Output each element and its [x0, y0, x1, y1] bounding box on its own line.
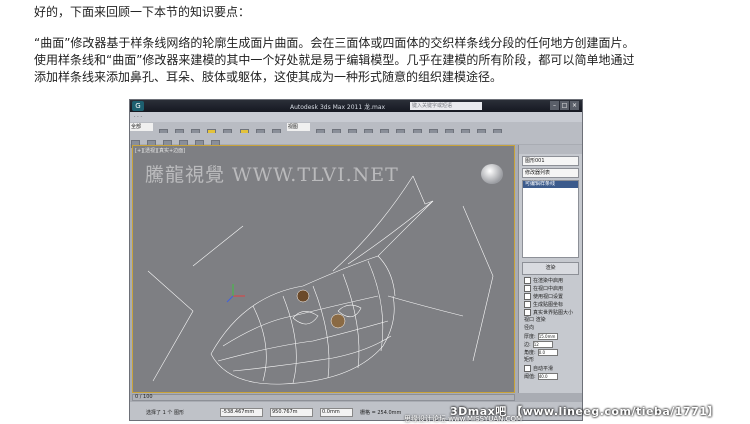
modifier-stack[interactable]: 可编辑样条线 — [522, 180, 579, 258]
paragraph-line-2: 使用样条线和“曲面”修改器来建模的其中一个好处就是易于编辑模型。几乎在建模的所有… — [34, 53, 635, 67]
time-slider[interactable]: 0 / 100 — [132, 394, 515, 401]
menu-placeholder[interactable]: · · · — [134, 114, 142, 120]
command-panel: 图形001 修改器列表 可编辑样条线 渲染 在渲染中启用 在视口中启用 使用视口… — [518, 145, 582, 393]
rectangular-radio[interactable]: 矩形 — [524, 357, 579, 363]
window-controls: – □ × — [549, 101, 579, 110]
option-use-viewport-settings[interactable]: 使用视口设置 — [524, 293, 579, 300]
thickness-row[interactable]: 厚度: 15.0mm — [524, 333, 579, 340]
thickness-spinner[interactable]: 15.0mm — [537, 333, 558, 340]
option-enable-render[interactable]: 在渲染中启用 — [524, 277, 579, 284]
close-icon[interactable]: × — [570, 101, 579, 110]
option-real-world-map[interactable]: 真实世界贴图大小 — [524, 309, 579, 316]
sides-spinner[interactable]: 12 — [532, 341, 553, 348]
paragraph-line-3: 添加样条线来添加鼻孔、耳朵、肢体或躯体，这使其成为一种形式随意的组织建模途径。 — [34, 70, 503, 84]
radial-radio[interactable]: 径向 — [524, 325, 579, 331]
grid-size: 栅格 = 254.0mm — [360, 410, 402, 416]
maximize-icon[interactable]: □ — [560, 101, 569, 110]
footer-watermark-line2: 思缘设计论坛 www.MISSYUAN.COM — [404, 415, 523, 423]
rendering-rollout-header[interactable]: 渲染 — [522, 262, 579, 275]
window-title: Autodesk 3ds Max 2011 龙.max — [290, 104, 386, 111]
secondary-toolbar — [130, 133, 582, 148]
z-coord-field[interactable]: 0.0mm — [320, 408, 353, 417]
auto-smooth-row[interactable]: 自动平滑 — [524, 365, 579, 372]
y-coord-field[interactable]: 950.767m — [270, 408, 313, 417]
angle-spinner[interactable]: 0.0 — [537, 349, 558, 356]
threshold-spinner[interactable]: 40.0 — [537, 373, 558, 380]
3dsmax-screenshot: G Autodesk 3ds Max 2011 龙.max 键入关键字或短语 –… — [129, 99, 583, 421]
option-enable-viewport[interactable]: 在视口中启用 — [524, 285, 579, 292]
intro-text: 好的，下面来回顾一下本节的知识要点： — [34, 5, 251, 19]
option-map-coords[interactable]: 生成贴图坐标 — [524, 301, 579, 308]
threshold-row[interactable]: 阈值: 40.0 — [524, 373, 579, 380]
render-mode-radios[interactable]: 视口 渲染 — [524, 317, 579, 323]
help-search-input[interactable]: 键入关键字或短语 — [410, 102, 482, 110]
reference-coord-dropdown[interactable]: 视图 — [286, 123, 310, 131]
x-coord-field[interactable]: -538.467mm — [220, 408, 263, 417]
perspective-viewport[interactable]: [+][透视][真实+边面] 騰龍視覺 WWW.TLVI.NET — [132, 145, 515, 393]
angle-row[interactable]: 角度: 0.0 — [524, 349, 579, 356]
main-toolbar: 全部 视图 — [130, 122, 582, 137]
menu-bar: · · · — [130, 112, 582, 122]
modifier-stack-item[interactable]: 可编辑样条线 — [523, 181, 578, 188]
3dsmax-logo-icon: G — [132, 101, 144, 111]
paragraph-line-1: “曲面”修改器基于样条线网络的轮廓生成面片曲面。会在三面体或四面体的交织样条线分… — [34, 36, 635, 50]
selection-filter-dropdown[interactable]: 全部 — [130, 123, 153, 131]
dragon-head-wireframe — [147, 175, 494, 385]
object-name-field[interactable]: 图形001 — [522, 156, 579, 166]
window-titlebar: G Autodesk 3ds Max 2011 龙.max 键入关键字或短语 –… — [130, 100, 582, 112]
modifier-list-dropdown[interactable]: 修改器列表 — [522, 168, 579, 178]
command-panel-tabs[interactable] — [519, 145, 582, 154]
minimize-icon[interactable]: – — [550, 101, 559, 110]
sides-row[interactable]: 边: 12 — [524, 341, 579, 348]
selection-status: 选择了 1 个 图形 — [146, 410, 184, 416]
